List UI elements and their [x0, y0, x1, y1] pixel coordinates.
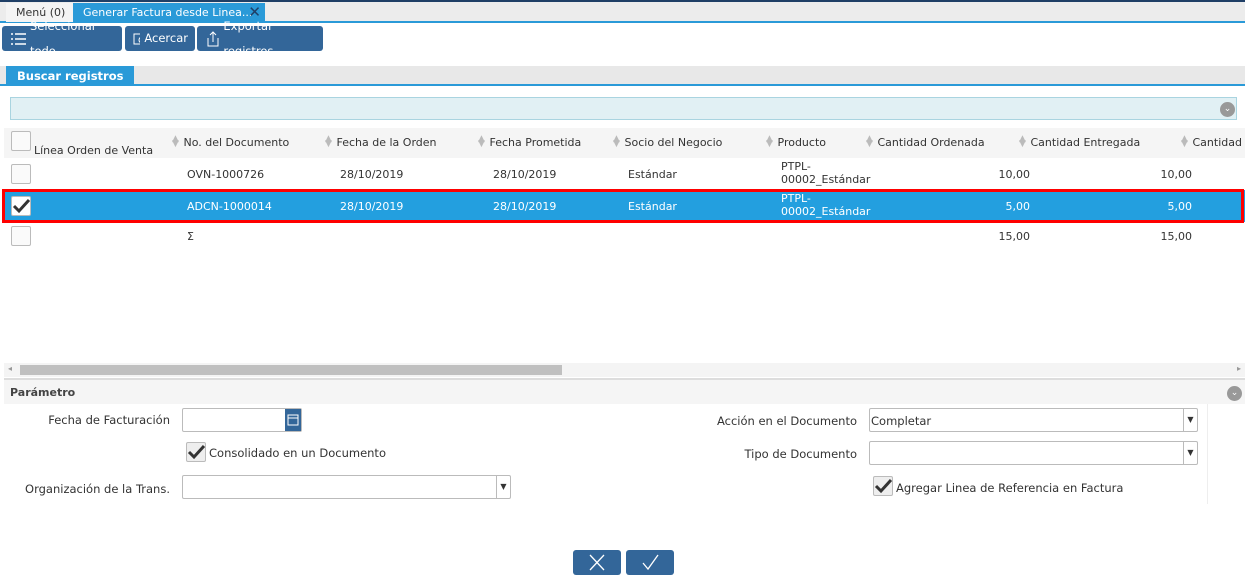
check-icon [642, 554, 659, 571]
total-qty-ordered: 15,00 [998, 230, 1031, 243]
cell-partner: Estándar [628, 168, 677, 181]
cell-qty-ordered: 10,00 [998, 168, 1031, 181]
export-button[interactable]: Exportar registros [197, 19, 323, 58]
tab-search-records[interactable]: Buscar registros [6, 66, 135, 86]
check-icon [187, 444, 206, 460]
col-header-order-date[interactable]: ▲ ▼ Fecha de la Orden [325, 135, 437, 150]
ok-button[interactable] [626, 550, 674, 575]
parameter-title: Parámetro [10, 386, 76, 399]
check-icon [874, 478, 893, 494]
col-header-partner[interactable]: ▲ ▼ Socio del Negocio [613, 135, 722, 150]
cell-product: PTPL- 00002_Estándar [781, 160, 871, 186]
sort-icon[interactable]: ▲ ▼ [325, 135, 333, 149]
col-header-qty-other[interactable]: ▲ ▼ Cantidad I [1181, 135, 1245, 150]
zoom-label: Acercar [144, 31, 188, 45]
collapse-params-icon[interactable]: ⌄ [1227, 386, 1242, 401]
sort-icon[interactable]: ▲ ▼ [1019, 135, 1027, 149]
consolidated-checkbox[interactable] [186, 442, 206, 462]
zoom-icon [133, 33, 141, 44]
sort-icon[interactable]: ▲ ▼ [766, 135, 774, 149]
col-header-qty-delivered[interactable]: ▲ ▼ Cantidad Entregada [1019, 135, 1140, 150]
cell-document: OVN-1000726 [187, 168, 265, 181]
select-all-label: Seleccionar todo [29, 18, 97, 58]
col-header-qty-ordered[interactable]: ▲ ▼ Cantidad Ordenada [866, 135, 985, 150]
invoice-date-field[interactable] [182, 408, 302, 432]
sort-icon[interactable]: ▲ ▼ [613, 135, 621, 149]
org-label: Organización de la Trans. [25, 482, 170, 496]
calendar-icon[interactable] [285, 409, 301, 431]
select-all-checkbox[interactable] [11, 131, 31, 151]
scroll-right-icon[interactable]: ▸ [1237, 364, 1241, 373]
sort-icon[interactable]: ▲ ▼ [866, 135, 874, 149]
doc-action-select[interactable]: Completar ▼ [869, 408, 1198, 432]
org-select[interactable]: ▼ [182, 475, 511, 499]
sort-icon[interactable]: ▲ ▼ [172, 135, 180, 149]
chevron-down-icon[interactable]: ▼ [496, 476, 510, 498]
add-ref-label: Agregar Linea de Referencia en Factura [896, 481, 1124, 495]
parameter-header [4, 380, 1245, 404]
highlight-box [2, 189, 1244, 223]
total-symbol: Σ [187, 230, 194, 243]
doc-type-select[interactable]: ▼ [869, 441, 1198, 465]
add-ref-checkbox[interactable] [873, 476, 893, 496]
chevron-down-icon[interactable]: ▼ [1183, 409, 1197, 431]
close-icon [589, 554, 605, 571]
scroll-left-icon[interactable]: ◂ [8, 364, 12, 373]
list-icon [11, 32, 26, 45]
export-label: Exportar registros [223, 18, 274, 58]
consolidated-label: Consolidado en un Documento [209, 446, 386, 460]
panel-edge [1207, 404, 1208, 504]
total-row-checkbox[interactable] [11, 226, 31, 246]
doc-action-label: Acción en el Documento [716, 414, 857, 428]
cell-promised-date: 28/10/2019 [493, 168, 557, 181]
cell-qty-delivered: 10,00 [1160, 168, 1193, 181]
scrollbar-thumb[interactable] [20, 365, 562, 375]
chevron-down-icon[interactable]: ▼ [1183, 442, 1197, 464]
doc-type-label: Tipo de Documento [744, 447, 857, 461]
collapse-filter-icon[interactable]: ⌄ [1220, 102, 1235, 117]
cell-order-date: 28/10/2019 [340, 168, 404, 181]
sort-icon[interactable]: ▲ ▼ [1181, 135, 1189, 149]
col-header-promised-date[interactable]: ▲ ▼ Fecha Prometida [478, 135, 581, 150]
cancel-button[interactable] [573, 550, 621, 575]
zoom-button[interactable]: Acercar [125, 26, 195, 51]
invoice-date-label: Fecha de Facturación [48, 413, 170, 427]
export-icon [207, 30, 219, 46]
total-qty-delivered: 15,00 [1160, 230, 1193, 243]
subtab-bar [0, 66, 1245, 86]
row-checkbox[interactable] [11, 164, 31, 184]
select-all-button[interactable]: Seleccionar todo [2, 19, 122, 58]
col-header-document[interactable]: ▲ ▼ No. del Documento [172, 135, 289, 150]
col-header-product[interactable]: ▲ ▼ Producto [766, 135, 826, 150]
sort-icon[interactable]: ▲ ▼ [478, 135, 486, 149]
col-header-line[interactable]: Línea Orden de Venta [34, 144, 153, 157]
filter-bar[interactable] [10, 97, 1237, 120]
